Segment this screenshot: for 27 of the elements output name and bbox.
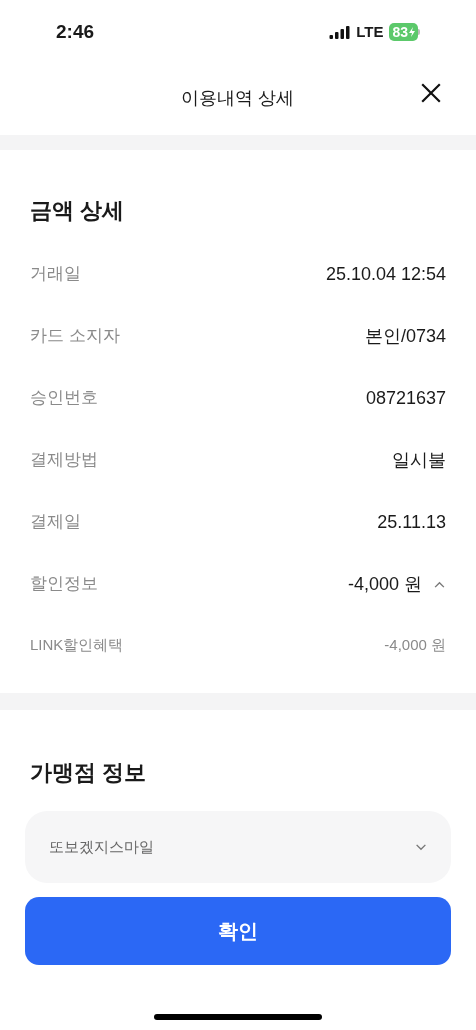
row-label: 할인정보 (30, 573, 98, 596)
page-title: 이용내역 상세 (181, 87, 295, 110)
row-label: 승인번호 (30, 387, 98, 410)
sub-row-label: LINK할인혜택 (30, 634, 124, 655)
section-title: 금액 상세 (30, 197, 126, 225)
row-label: 결제방법 (30, 449, 98, 472)
sub-row-value: -4,000 원 (384, 634, 446, 655)
row-value: -4,000 원 (347, 572, 422, 596)
merchant-dropdown[interactable]: 또보겠지스마일 (25, 811, 451, 883)
row-value: 본인/0734 (364, 324, 446, 348)
row-value: 25.11.13 (377, 510, 446, 534)
network-label: LTE (356, 21, 384, 42)
chevron-icon (415, 843, 427, 851)
row-label: 카드 소지자 (30, 325, 120, 348)
row-label: 거래일 (30, 263, 81, 286)
row-value: 일시불 (392, 448, 446, 472)
status-time: 2:46 (56, 19, 95, 44)
confirm-button[interactable]: 확인 (25, 897, 451, 965)
signal-icon (329, 25, 351, 39)
charging-icon (409, 27, 415, 37)
battery-percent: 83 (392, 25, 408, 39)
close-icon (420, 82, 442, 104)
row-label: 결제일 (30, 511, 81, 534)
row-value: 25.10.04 12:54 (325, 262, 446, 286)
chevron-icon (433, 580, 445, 588)
section-title: 가맹점 정보 (29, 759, 148, 787)
row-value: 08721637 (365, 386, 446, 410)
